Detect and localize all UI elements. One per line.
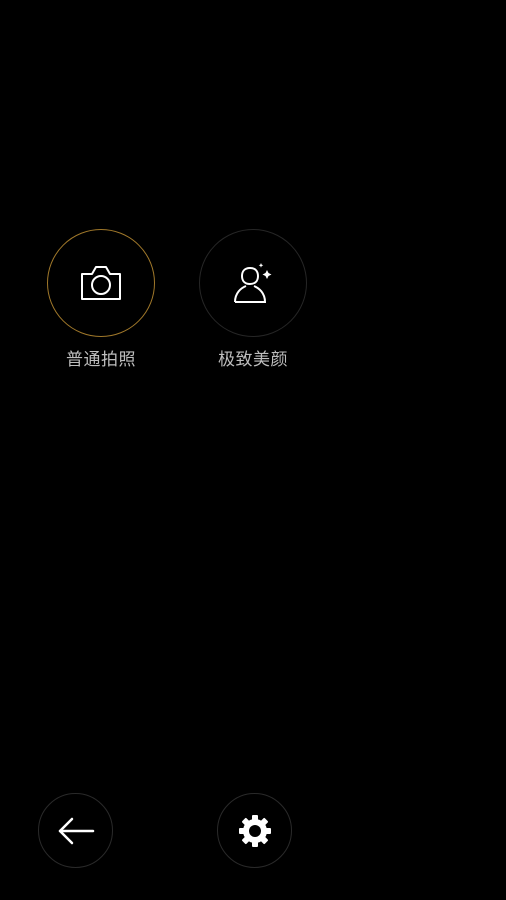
beauty-portrait-icon	[233, 262, 273, 304]
mode-beauty[interactable]: 极致美颜	[199, 229, 307, 370]
gear-icon	[238, 814, 272, 848]
back-button[interactable]	[38, 793, 113, 868]
settings-button[interactable]	[217, 793, 292, 868]
mode-normal-photo-label: 普通拍照	[66, 350, 136, 370]
mode-normal-photo-button[interactable]	[47, 229, 155, 337]
mode-beauty-label: 极致美颜	[218, 350, 288, 370]
mode-normal-photo[interactable]: 普通拍照	[47, 229, 155, 370]
camera-icon	[80, 264, 122, 302]
arrow-left-icon	[57, 817, 95, 845]
mode-beauty-button[interactable]	[199, 229, 307, 337]
